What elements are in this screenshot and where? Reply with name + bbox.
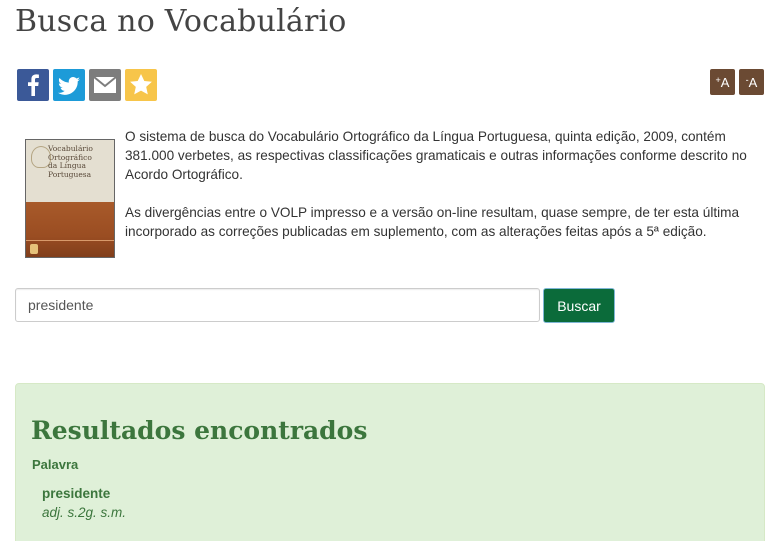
share-bar — [17, 69, 157, 101]
page: Busca no Vocabulário + A - A Vocabulário… — [0, 0, 766, 541]
facebook-share-button[interactable] — [17, 69, 49, 101]
intro-text: O sistema de busca do Vocabulário Ortogr… — [125, 127, 761, 241]
decrease-font-button[interactable]: -A — [739, 69, 764, 95]
star-icon — [130, 74, 152, 95]
book-cover-title: Vocabulário Ortográfico da Língua Portug… — [48, 144, 93, 179]
decrease-font-label: A — [748, 74, 758, 90]
increase-font-button[interactable]: + A — [710, 69, 735, 95]
results-panel: Resultados encontrados Palavra president… — [15, 383, 765, 541]
email-icon — [93, 76, 117, 93]
twitter-share-button[interactable] — [53, 69, 85, 101]
facebook-icon — [28, 74, 39, 96]
intro-paragraph: As divergências entre o VOLP impresso e … — [125, 205, 740, 239]
twitter-icon — [58, 77, 80, 95]
intro-paragraph: O sistema de busca do Vocabulário Ortogr… — [125, 129, 747, 182]
result-word-link[interactable]: presidente — [42, 486, 110, 501]
email-share-button[interactable] — [89, 69, 121, 101]
favorite-button[interactable] — [125, 69, 157, 101]
results-column-header: Palavra — [32, 457, 79, 472]
increase-font-label: A — [720, 74, 730, 90]
book-cover-image: Vocabulário Ortográfico da Língua Portug… — [25, 139, 115, 258]
font-size-controls: + A -A — [710, 69, 764, 95]
search-button[interactable]: Buscar — [543, 288, 615, 323]
page-title: Busca no Vocabulário — [15, 4, 347, 39]
publisher-logo-icon — [30, 244, 38, 254]
result-classification: adj. s.2g. s.m. — [42, 505, 127, 520]
search-input[interactable] — [15, 288, 540, 322]
results-title: Resultados encontrados — [31, 416, 368, 445]
